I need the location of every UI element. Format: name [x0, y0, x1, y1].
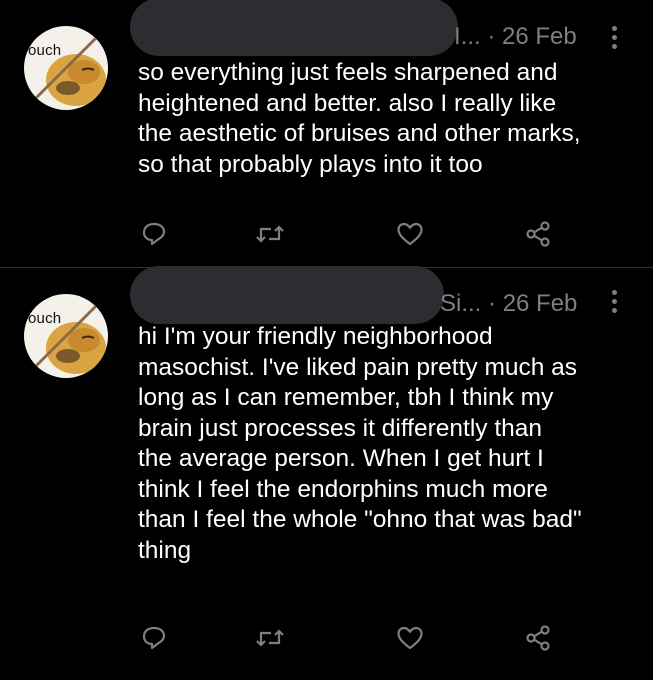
like-icon[interactable] — [390, 618, 430, 658]
tweet-text-line: than I feel the whole "ohno that was bad… — [138, 506, 582, 533]
more-options-icon[interactable] — [602, 24, 626, 52]
tweet-date[interactable]: 26 Feb — [502, 23, 577, 50]
avatar-image — [30, 30, 106, 106]
tweet-text-line: the aesthetic of bruises and other marks… — [138, 120, 581, 147]
reply-icon[interactable] — [134, 214, 174, 254]
retweet-icon[interactable] — [250, 214, 290, 254]
tweet[interactable]: ouch Si... · 26 Feb hi I'm your friendly… — [0, 266, 653, 680]
tweet-text-line: think I feel the endorphins much more — [138, 475, 548, 503]
avatar-label: ouch — [28, 310, 62, 327]
tweet-text-line: hi I'm your friendly neighborhood — [138, 323, 493, 350]
more-options-icon[interactable] — [602, 288, 626, 316]
retweet-icon[interactable] — [250, 618, 290, 658]
separator: · — [487, 23, 496, 50]
tweet-text: hi I'm your friendly neighborhood masoch… — [138, 322, 638, 566]
tweet-text-line: so that probably plays into it too — [138, 150, 483, 178]
avatar-label: ouch — [28, 42, 62, 59]
tweet-text-line: long as I can remember, tbh I think my — [138, 384, 554, 411]
handle-tail: I... — [454, 23, 481, 50]
share-icon[interactable] — [518, 214, 558, 254]
redacted-username — [130, 266, 444, 324]
tweet-meta: Si... · 26 Feb — [440, 290, 577, 318]
tweet-text-line: brain just processes it differently than — [138, 414, 543, 442]
tweet-text-line: heightened and better. also I really lik… — [138, 89, 557, 117]
tweet[interactable]: ouch I... · 26 Feb so everything just fe… — [0, 0, 653, 268]
tweet-text: so everything just feels sharpened and h… — [138, 58, 638, 180]
tweet-text-line: the average person. When I get hurt I — [138, 445, 544, 472]
handle-tail: Si... — [440, 290, 482, 317]
avatar[interactable]: ouch — [24, 294, 108, 378]
like-icon[interactable] — [390, 214, 430, 254]
reply-icon[interactable] — [134, 618, 174, 658]
tweet-text-line: masochist. I've liked pain pretty much a… — [138, 353, 578, 381]
separator: · — [488, 290, 497, 317]
share-icon[interactable] — [518, 618, 558, 658]
tweet-actions — [0, 618, 653, 658]
avatar-image — [30, 298, 106, 374]
tweet-text-line: thing — [138, 536, 192, 564]
avatar[interactable]: ouch — [24, 26, 108, 110]
tweet-actions — [0, 214, 653, 254]
redacted-username — [130, 0, 458, 56]
tweet-date[interactable]: 26 Feb — [503, 290, 578, 317]
tweet-text-line: so everything just feels sharpened and — [138, 59, 558, 86]
tweet-meta: I... · 26 Feb — [454, 23, 577, 51]
